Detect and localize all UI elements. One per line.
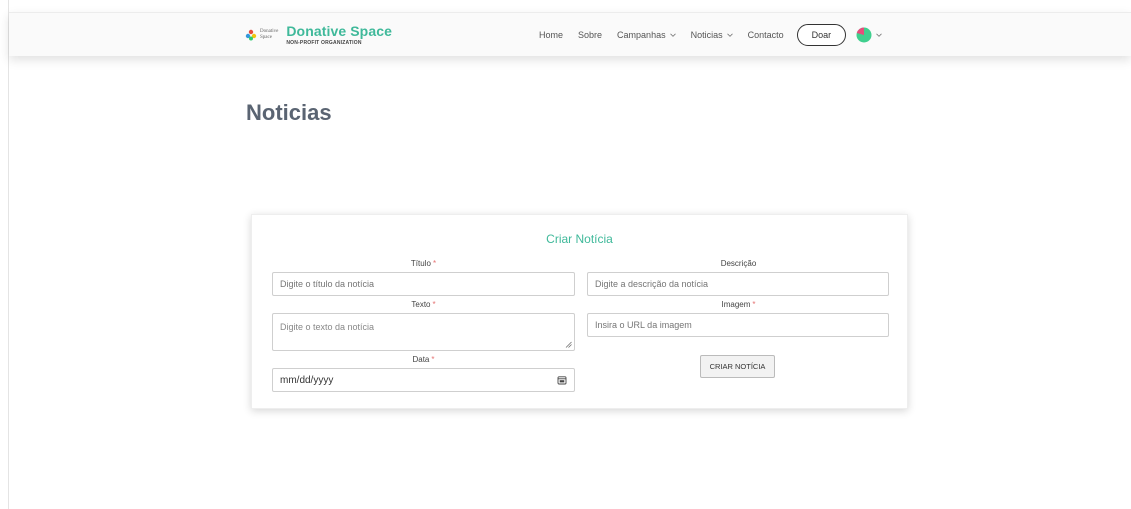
texto-label: Texto *: [411, 300, 436, 309]
nav-noticias[interactable]: Noticias: [691, 30, 733, 40]
imagem-input[interactable]: [587, 313, 889, 337]
avatar-pie-icon: [856, 27, 872, 43]
nav-links: Home Sobre Campanhas Noticias Contacto D…: [539, 13, 882, 57]
brand-name: Donative Space: [286, 23, 392, 39]
chevron-down-icon: [876, 33, 882, 37]
titulo-input[interactable]: [272, 272, 575, 296]
chevron-down-icon: [669, 33, 676, 37]
required-mark: *: [752, 300, 756, 309]
donate-button[interactable]: Doar: [796, 24, 847, 46]
page-title: Noticias: [246, 100, 332, 125]
brand-logo: Donative Space: [245, 29, 278, 41]
nav-home[interactable]: Home: [539, 30, 563, 40]
criar-noticia-button[interactable]: CRIAR NOTÍCIA: [700, 355, 775, 378]
descricao-label: Descrição: [720, 259, 757, 268]
required-mark: *: [431, 355, 435, 364]
logo-icon: [245, 29, 257, 41]
required-mark: *: [432, 300, 436, 309]
titulo-label: Título *: [410, 259, 437, 268]
nav-sobre[interactable]: Sobre: [578, 30, 602, 40]
user-menu[interactable]: [856, 27, 882, 43]
required-mark: *: [432, 259, 437, 268]
nav-campanhas[interactable]: Campanhas: [617, 30, 676, 40]
resize-handle-icon[interactable]: [565, 341, 572, 348]
create-news-form: Criar Notícia Título* Descrição Texto* D…: [251, 214, 908, 409]
brand-tagline: NON-PROFIT ORGANIZATION: [286, 40, 362, 46]
form-title: Criar Notícia: [546, 232, 613, 246]
nav-contacto[interactable]: Contacto: [748, 30, 784, 40]
data-input[interactable]: mm/dd/yyyy: [272, 368, 575, 392]
texto-textarea[interactable]: Digite o texto da notícia: [272, 313, 575, 351]
chevron-down-icon: [726, 33, 733, 37]
data-label: Data *: [412, 355, 435, 364]
calendar-icon[interactable]: [557, 375, 567, 385]
brand[interactable]: Donative Space Donative Space NON-PROFIT…: [245, 21, 392, 49]
logo-small-text: Donative Space: [260, 29, 279, 40]
left-border: [8, 0, 9, 509]
date-value: mm/dd/yyyy: [280, 374, 334, 386]
descricao-input[interactable]: [587, 272, 889, 296]
navbar: Donative Space Donative Space NON-PROFIT…: [9, 12, 1131, 56]
brand-text: Donative Space NON-PROFIT ORGANIZATION: [286, 24, 392, 46]
imagem-label: Imagem *: [721, 300, 756, 309]
